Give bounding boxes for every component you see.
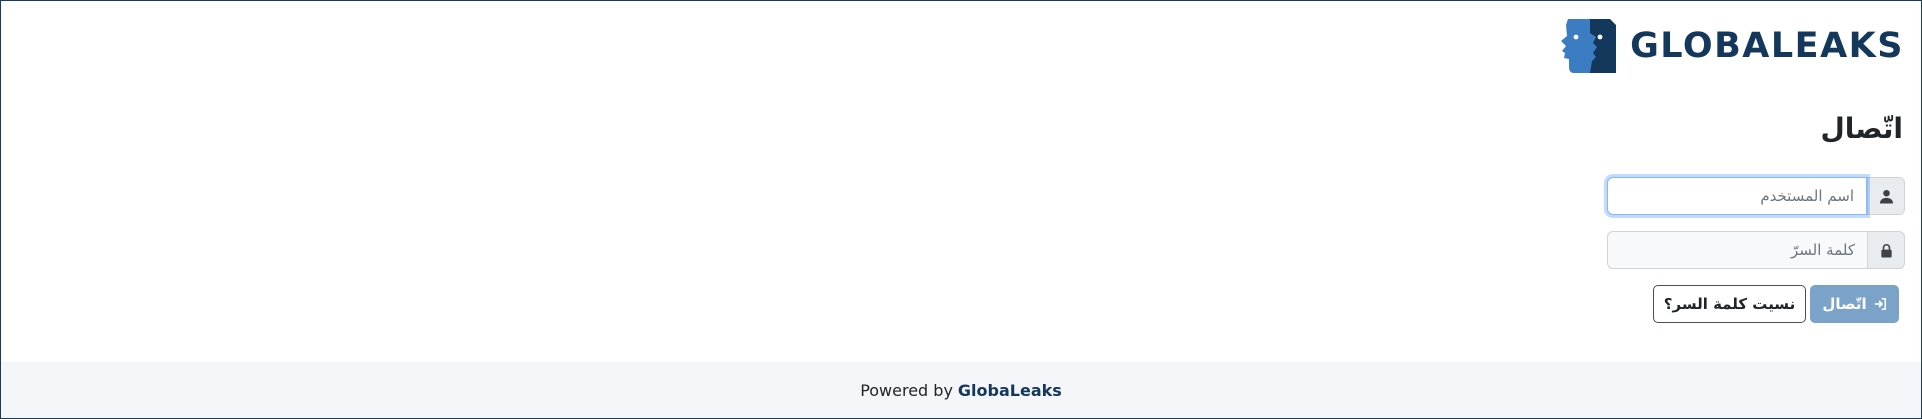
forgot-password-button[interactable]: نسيت كلمة السر؟	[1653, 285, 1806, 323]
login-button-label: اتّصال	[1822, 295, 1867, 313]
header-logo[interactable]: GLOBALEAKS	[1560, 17, 1904, 75]
page-title: اتّصال	[1820, 112, 1903, 145]
forgot-password-label: نسيت كلمة السر؟	[1663, 295, 1796, 313]
username-group	[1607, 177, 1905, 215]
powered-by-text: Powered by	[860, 380, 953, 400]
login-button[interactable]: اتّصال	[1810, 285, 1899, 323]
two-faces-logo-icon	[1561, 19, 1617, 73]
username-input[interactable]	[1607, 177, 1867, 215]
lock-icon	[1867, 231, 1905, 269]
page: GLOBALEAKS اتّصال اتّصال نسيت كلمة ا	[0, 0, 1922, 419]
footer: Powered by GlobaLeaks	[1, 362, 1921, 418]
password-group	[1607, 231, 1905, 269]
globaleaks-link[interactable]: GlobaLeaks	[958, 381, 1062, 400]
password-input[interactable]	[1607, 231, 1867, 269]
sign-in-icon	[1874, 297, 1886, 311]
logo-text: GLOBALEAKS	[1630, 25, 1904, 66]
user-icon	[1867, 177, 1905, 215]
